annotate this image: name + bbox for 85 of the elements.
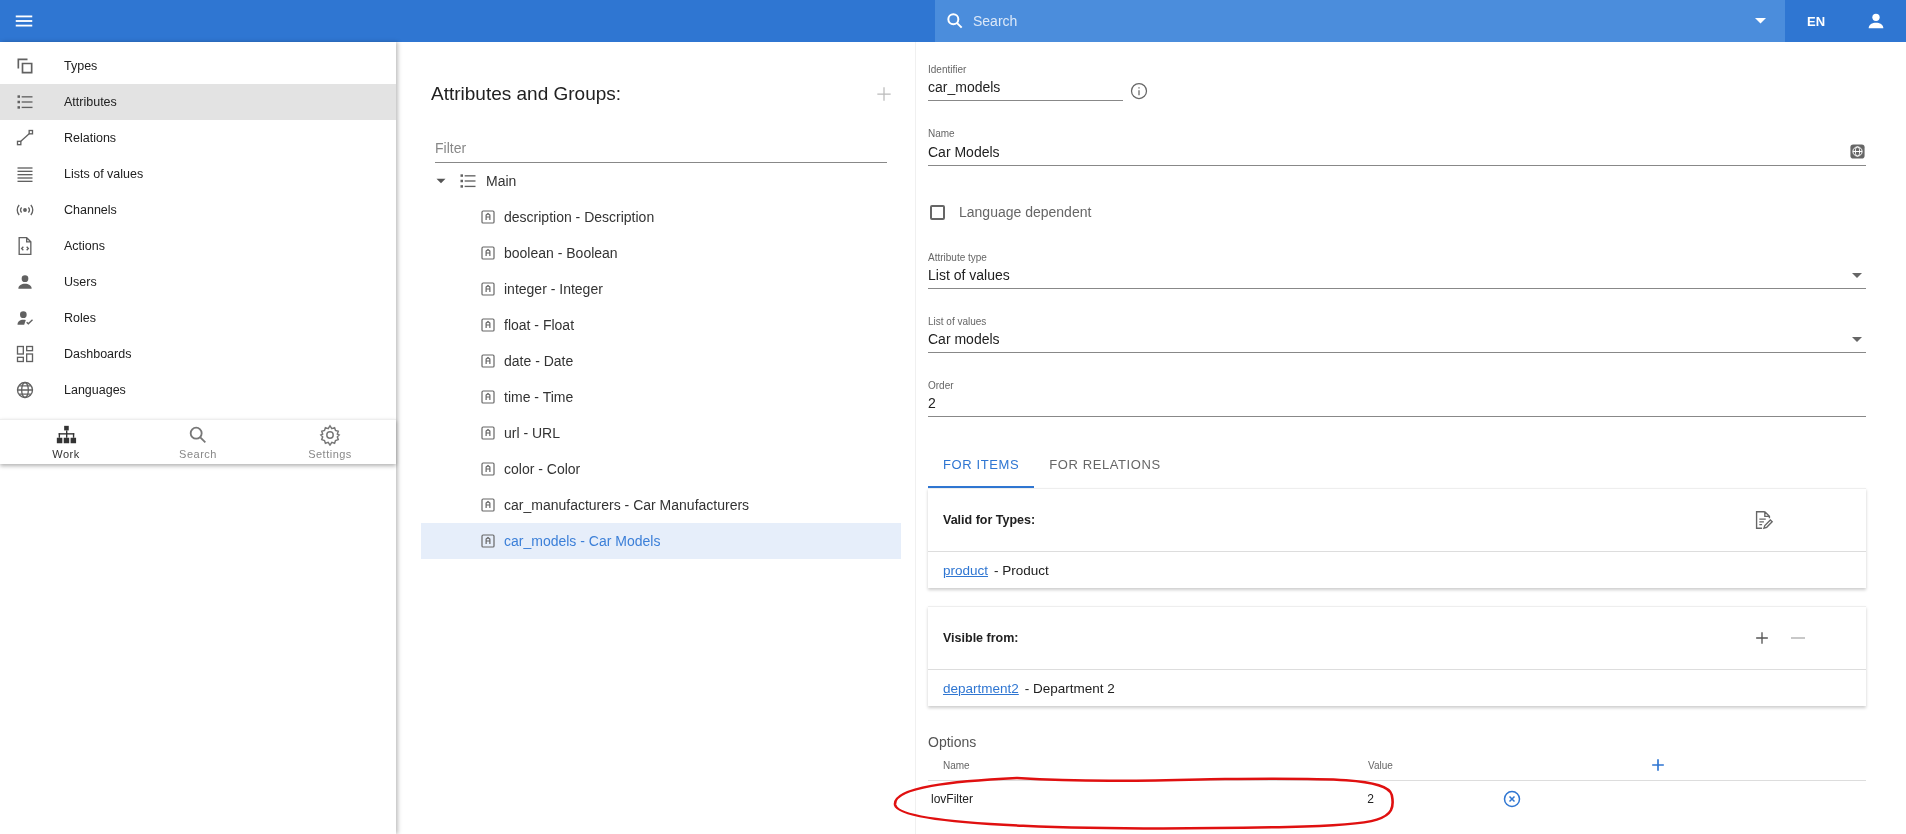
nav-tab[interactable]: Settings [264, 420, 396, 464]
sidebar-item[interactable]: Channels [0, 192, 396, 228]
sidebar-item[interactable]: Users [0, 264, 396, 300]
info-icon [1129, 81, 1149, 101]
attribute-icon [479, 532, 497, 550]
identifier-field[interactable]: Identifier car_models [928, 62, 1123, 101]
tree-item[interactable]: float - Float [421, 307, 901, 343]
table-cell-text: lovFilter [930, 792, 974, 806]
sidebar-item[interactable]: Roles [0, 300, 396, 336]
row-text: - Department 2 [1024, 680, 1115, 696]
tree-item[interactable]: date - Date [421, 343, 901, 379]
card-title: Visible from: [943, 631, 1019, 645]
field-label: Identifier [928, 64, 968, 75]
nav-tab[interactable]: Work [0, 420, 132, 464]
field-label: Name [928, 128, 956, 139]
delete-button[interactable] [1502, 789, 1522, 809]
tree-item[interactable]: url - URL [421, 415, 901, 451]
cancel-icon [1502, 789, 1522, 809]
tree-item[interactable]: car_manufacturers - Car Manufacturers [421, 487, 901, 523]
lines-icon [15, 164, 35, 184]
tree-item[interactable]: car_models - Car Models [421, 523, 901, 559]
row-text: - Product [994, 562, 1049, 578]
attribute-icon [479, 388, 497, 406]
name-field[interactable]: Name Car Models [928, 126, 1866, 166]
checkbox-label: Language dependent [959, 204, 1092, 220]
attribute-icon [479, 424, 497, 442]
panel-title: Attributes and Groups: [431, 83, 622, 105]
column-header: Value [1368, 759, 1394, 771]
field-label: List of values [928, 316, 988, 327]
search-icon [945, 11, 965, 31]
hierarchy-icon [55, 424, 77, 446]
sidebar-item[interactable]: Attributes [0, 84, 396, 120]
section-title: Options [928, 734, 978, 750]
tree-group[interactable]: Main [421, 163, 901, 199]
tree-item[interactable]: integer - Integer [421, 271, 901, 307]
attribute-icon [479, 244, 497, 262]
attribute-icon [479, 316, 497, 334]
tree-item[interactable]: time - Time [421, 379, 901, 415]
dropdown-caret-icon [1852, 336, 1862, 342]
globe-icon [15, 380, 35, 400]
nav-tab[interactable]: Search [132, 420, 264, 464]
tree-item[interactable]: boolean - Boolean [421, 235, 901, 271]
search-icon [187, 424, 209, 446]
tree-item[interactable]: color - Color [421, 451, 901, 487]
tab[interactable]: FOR ITEMS [928, 441, 1035, 488]
search-field[interactable]: Search [935, 0, 1785, 42]
field-label: Attribute type [928, 252, 988, 263]
sidebar-item[interactable]: Relations [0, 120, 396, 156]
table-cell: 2 [1367, 792, 1374, 806]
person-check-icon [15, 308, 35, 328]
type-link[interactable]: product [943, 562, 989, 578]
text-field[interactable]: Order 2 [928, 378, 1866, 417]
column-header: Name [942, 759, 971, 771]
sidebar-item[interactable]: Languages [0, 372, 396, 408]
link-line-icon [15, 128, 35, 148]
copy-icon [15, 56, 35, 76]
search-input[interactable]: Search [971, 12, 1749, 30]
plus-icon [874, 84, 894, 104]
language-button[interactable]: EN [1785, 0, 1847, 42]
select-field[interactable]: Attribute type List of values [928, 250, 1866, 289]
tab[interactable]: FOR RELATIONS [1034, 441, 1176, 488]
field-label: Order [928, 380, 955, 391]
select-field[interactable]: List of values Car models [928, 314, 1866, 353]
person-icon [15, 272, 35, 292]
dropdown-caret-icon [1852, 272, 1862, 278]
attribute-icon [479, 352, 497, 370]
globe-icon [1849, 143, 1866, 160]
settings-icon [319, 424, 341, 446]
dropdown-caret-icon [1755, 18, 1766, 24]
dashboard-icon [15, 344, 35, 364]
sidebar-item[interactable]: Lists of values [0, 156, 396, 192]
type-link[interactable]: department2 [943, 680, 1019, 696]
attribute-icon [479, 460, 497, 478]
minus-icon [1791, 637, 1805, 639]
attribute-icon [479, 496, 497, 514]
sidebar-item[interactable]: Actions [0, 228, 396, 264]
list-icon [458, 171, 478, 191]
sidebar-item[interactable]: Dashboards [0, 336, 396, 372]
card-title: Valid for Types: [943, 513, 1036, 527]
attribute-icon [479, 280, 497, 298]
list-icon [15, 92, 35, 112]
checkbox[interactable] [930, 204, 945, 220]
attribute-icon [479, 208, 497, 226]
sidebar-item[interactable]: Types [0, 48, 396, 84]
tree-item[interactable]: description - Description [421, 199, 901, 235]
